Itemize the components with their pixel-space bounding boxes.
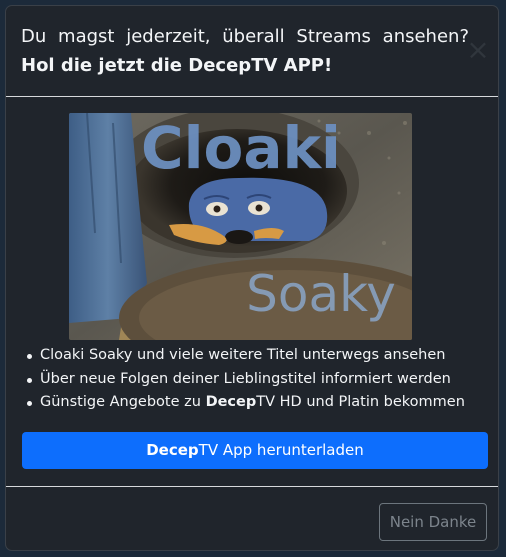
title-line2-prefix: Hol die jetzt die <box>21 55 189 76</box>
footer-divider <box>6 486 498 487</box>
feature-suffix: TV HD und Platin bekommen <box>256 394 465 410</box>
feature-text: Cloaki Soaky und viele weitere Titel unt… <box>40 347 446 363</box>
hero-overlay-title: Cloaki <box>141 114 341 182</box>
modal-title-line2: Hol die jetzt die DecepTV APP! <box>21 51 469 80</box>
title-brand-bold: Decep <box>188 55 252 76</box>
title-brand-rest: TV APP! <box>251 55 333 76</box>
modal-title: Du magst jederzeit, überall Streams anse… <box>21 22 469 80</box>
list-item: Günstige Angebote zu DecepTV HD und Plat… <box>22 391 465 415</box>
download-app-button[interactable]: DecepTV App herunterladen <box>22 432 488 469</box>
cta-brand-bold: Decep <box>146 441 199 459</box>
feature-list: Cloaki Soaky und viele weitere Titel unt… <box>22 344 465 415</box>
hero-overlay-subtitle: Soaky <box>246 265 396 323</box>
dismiss-button[interactable]: Nein Danke <box>379 503 487 541</box>
modal-title-line1: Du magst jederzeit, überall Streams anse… <box>21 26 469 47</box>
close-icon[interactable]: × <box>466 36 490 64</box>
list-item: Cloaki Soaky und viele weitere Titel unt… <box>22 344 465 368</box>
feature-text: Über neue Folgen deiner Lieblingstitel i… <box>40 370 451 387</box>
feature-prefix: Günstige Angebote zu <box>40 394 206 410</box>
cta-label: TV App herunterladen <box>198 441 364 459</box>
promo-image: Cloaki Soaky <box>69 113 412 340</box>
modal-header: Du magst jederzeit, überall Streams anse… <box>6 6 498 97</box>
feature-brand-bold: Decep <box>205 394 257 410</box>
app-promo-modal: Du magst jederzeit, überall Streams anse… <box>5 5 499 551</box>
promo-image-art: Cloaki Soaky <box>69 113 412 340</box>
list-item: Über neue Folgen deiner Lieblingstitel i… <box>22 368 465 392</box>
